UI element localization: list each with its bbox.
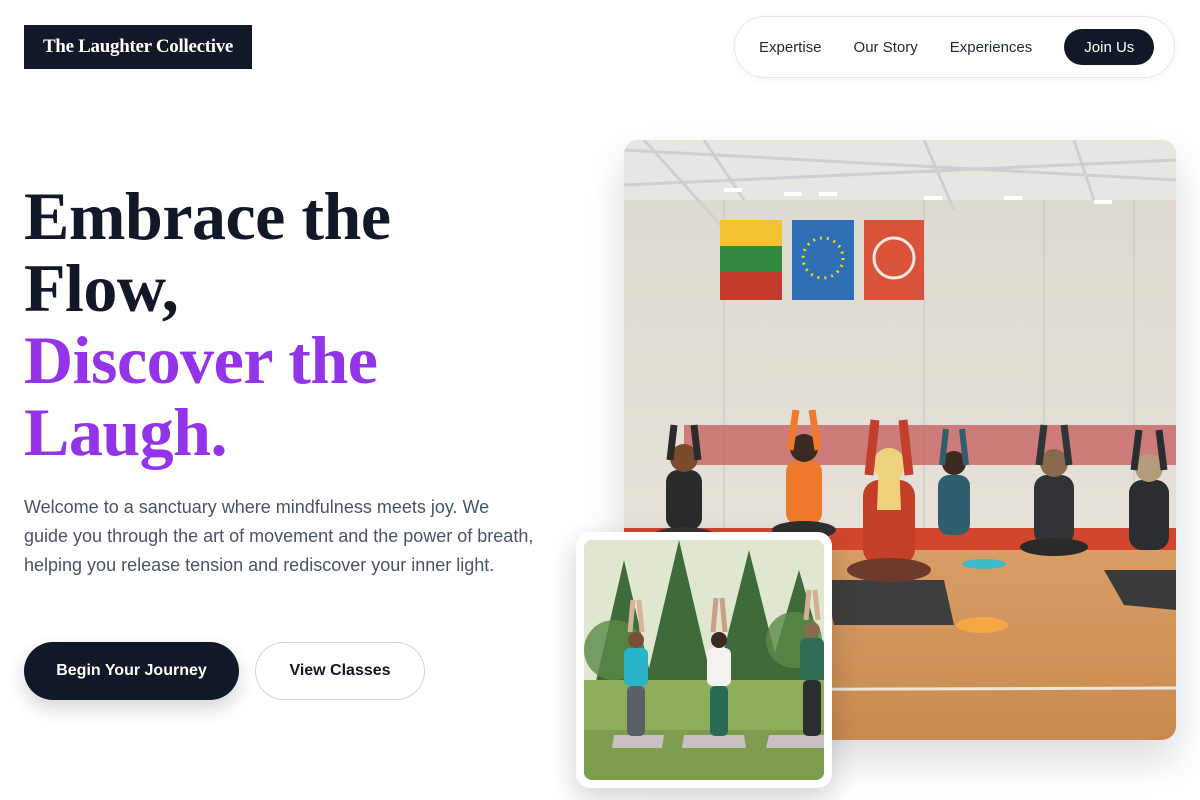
nav-link-our-story[interactable]: Our Story bbox=[854, 39, 918, 56]
hero-intro: Welcome to a sanctuary where mindfulness… bbox=[24, 497, 534, 575]
outdoor-yoga-card bbox=[576, 532, 832, 788]
headline-line-4: Laugh. bbox=[24, 394, 228, 470]
headline-line-1: Embrace the bbox=[24, 178, 391, 254]
headline-line-3: Discover the bbox=[24, 322, 378, 398]
join-us-button[interactable]: Join Us bbox=[1064, 29, 1155, 65]
headline-line-2: Flow, bbox=[24, 250, 179, 326]
brand-logo[interactable]: The Laughter Collective bbox=[24, 25, 252, 69]
outdoor-tree-pose-photo bbox=[584, 540, 824, 780]
begin-journey-button[interactable]: Begin Your Journey bbox=[24, 642, 239, 700]
hero-headline: Embrace the Flow, Discover the Laugh. bbox=[24, 180, 544, 468]
main-nav: Expertise Our Story Experiences Join Us bbox=[734, 16, 1175, 78]
nav-link-expertise[interactable]: Expertise bbox=[759, 39, 822, 56]
view-classes-button[interactable]: View Classes bbox=[255, 642, 425, 700]
nav-link-experiences[interactable]: Experiences bbox=[950, 39, 1033, 56]
